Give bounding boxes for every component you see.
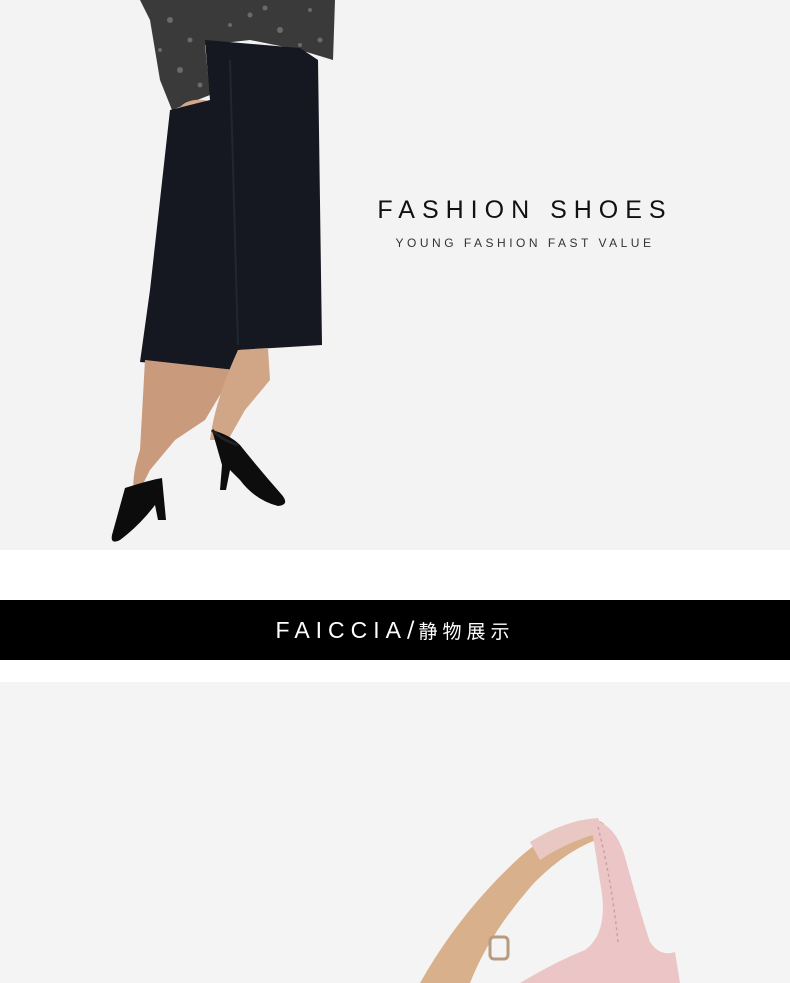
right-shoe xyxy=(212,430,286,506)
section-label: 静物展示 xyxy=(418,620,515,643)
hero-title: FASHION SHOES xyxy=(377,196,673,224)
banner-separator: / xyxy=(407,617,415,643)
section-banner: FAICCIA / 静物展示 xyxy=(0,600,790,660)
brand-name: FAICCIA xyxy=(275,616,408,643)
product-showcase xyxy=(0,682,790,983)
model-photo xyxy=(111,0,335,542)
spacer xyxy=(0,550,790,600)
left-shoe xyxy=(111,478,166,542)
hero-subtitle: YOUNG FASHION FAST VALUE xyxy=(395,236,655,250)
product-photo xyxy=(420,818,680,983)
spacer xyxy=(0,660,790,682)
hero-section: FASHION SHOES YOUNG FASHION FAST VALUE xyxy=(0,0,790,550)
buckle xyxy=(488,935,510,961)
